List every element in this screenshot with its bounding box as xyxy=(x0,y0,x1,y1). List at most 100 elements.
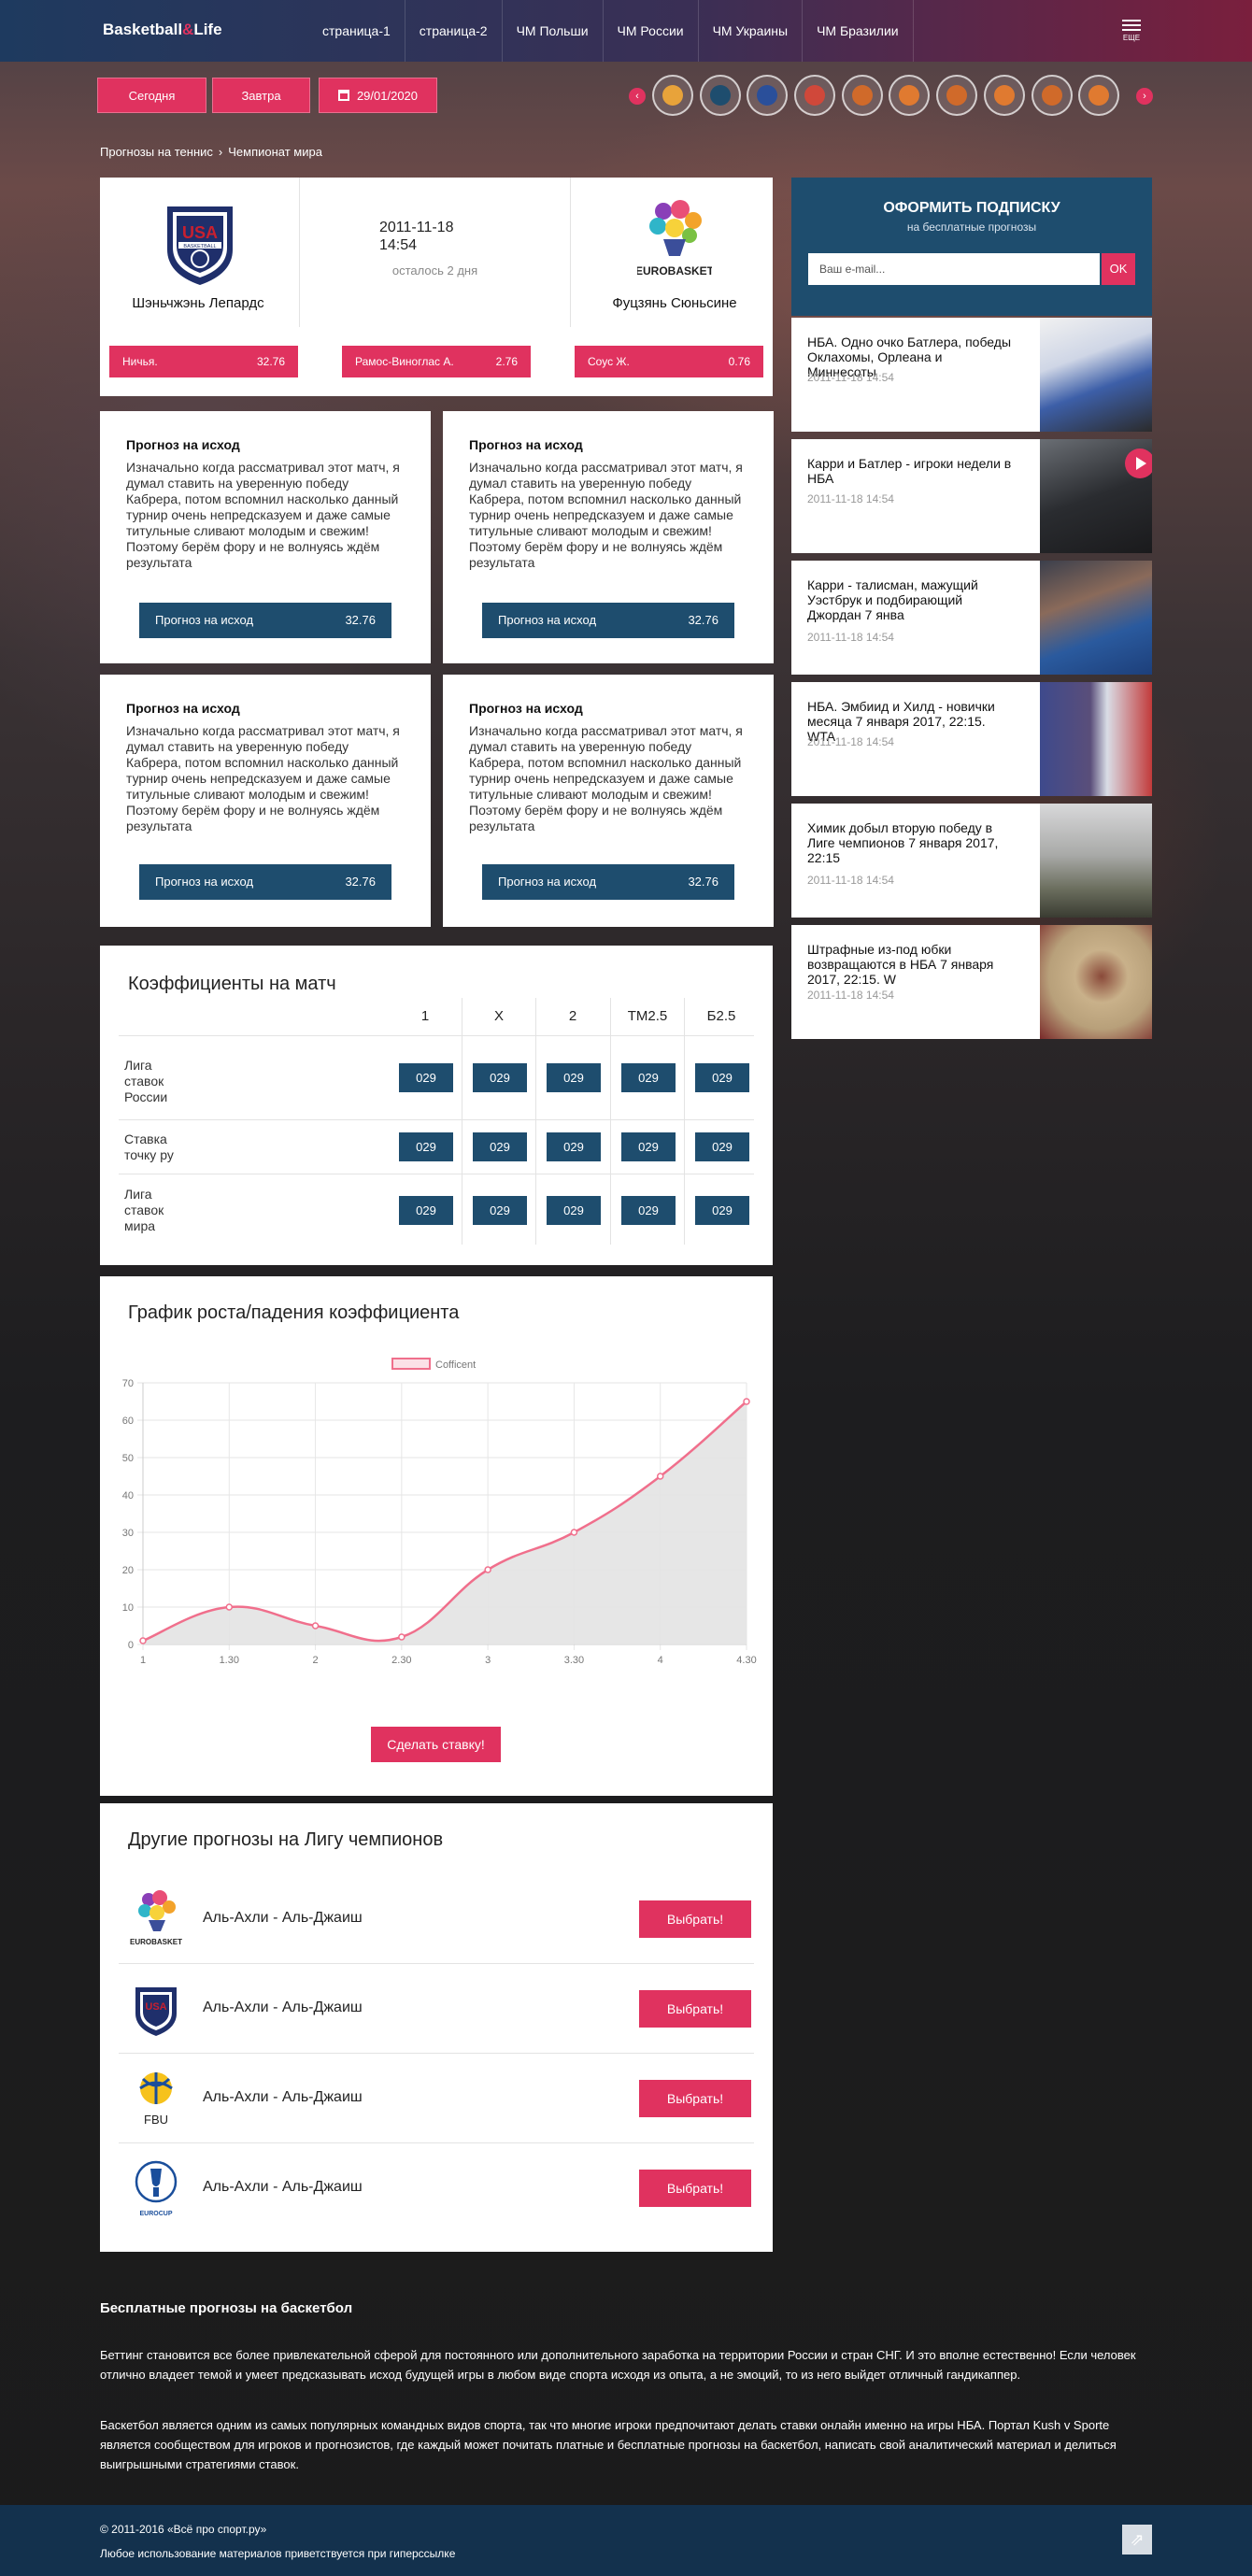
match-datetime: 2011-11-18 14:54 xyxy=(379,220,454,253)
league-logo-9[interactable] xyxy=(1031,75,1073,116)
subscribe-title: ОФОРМИТЬ ПОДПИСКУ xyxy=(883,200,1060,216)
choose-button[interactable]: Выбрать! xyxy=(639,2170,751,2207)
y-tick-label: 10 xyxy=(122,1602,134,1614)
news-thumbnail[interactable] xyxy=(1040,561,1152,675)
odds-cell-button[interactable]: 029 xyxy=(621,1063,676,1092)
prediction-button[interactable]: Прогноз на исход 32.76 xyxy=(139,864,391,900)
choose-button[interactable]: Выбрать! xyxy=(639,2080,751,2117)
odds-cell-button[interactable]: 029 xyxy=(695,1132,749,1161)
subscribe-ok-button[interactable]: OK xyxy=(1102,253,1135,285)
data-point xyxy=(225,1603,234,1611)
play-icon[interactable] xyxy=(1125,448,1152,478)
news-date: 2011-11-18 14:54 xyxy=(807,492,894,505)
prediction-button[interactable]: Прогноз на исход 32.76 xyxy=(139,603,391,638)
prediction-text: Изначально когда рассматривал этот матч,… xyxy=(126,723,400,833)
league-logo-1[interactable] xyxy=(652,75,693,116)
choose-button[interactable]: Выбрать! xyxy=(639,1900,751,1938)
odds-cell-button[interactable]: 029 xyxy=(621,1132,676,1161)
site-logo[interactable]: Basketball&Life xyxy=(103,21,222,39)
news-title[interactable]: Карри и Батлер - игроки недели в НБА xyxy=(807,456,1013,486)
league-logo-2[interactable] xyxy=(700,75,741,116)
news-item[interactable]: НБА. Эмбиид и Хилд - новички месяца 7 ян… xyxy=(791,682,1152,796)
odds-table-card: Коэффициенты на матч 1 X 2 ТМ2.5 Б2.5 Ли… xyxy=(100,946,773,1265)
league-logo-5[interactable] xyxy=(842,75,883,116)
news-item[interactable]: Химик добыл вторую победу в Лиге чемпион… xyxy=(791,804,1152,918)
seo-title: Бесплатные прогнозы на баскетбол xyxy=(100,2300,353,2316)
news-item[interactable]: Карри и Батлер - игроки недели в НБА 201… xyxy=(791,439,1152,553)
other-predictions-card: Другие прогнозы на Лигу чемпионов EUROBA… xyxy=(100,1803,773,2252)
league-logo-7[interactable] xyxy=(936,75,977,116)
footer: © 2011-2016 «Всё про спорт.ру» Любое исп… xyxy=(0,2505,1252,2576)
odds-cell-button[interactable]: 029 xyxy=(621,1196,676,1225)
match-label[interactable]: Аль-Ахли - Аль-Джаиш xyxy=(203,2089,363,2106)
carousel-prev-icon[interactable]: ‹ xyxy=(629,88,646,105)
odds-cell-button[interactable]: 029 xyxy=(547,1132,601,1161)
svg-text:EUROBASKET: EUROBASKET xyxy=(637,264,712,278)
prediction-button[interactable]: Прогноз на исход 32.76 xyxy=(482,864,734,900)
news-thumbnail[interactable] xyxy=(1040,925,1152,1039)
nav-link-ukraine[interactable]: ЧМ Украины xyxy=(699,0,804,62)
news-title[interactable]: Штрафные из-под юбки возвращаются в НБА … xyxy=(807,942,1013,987)
choose-button[interactable]: Выбрать! xyxy=(639,1990,751,2028)
news-date: 2011-11-18 14:54 xyxy=(807,735,894,748)
news-thumbnail[interactable] xyxy=(1040,318,1152,432)
news-thumbnail[interactable] xyxy=(1040,682,1152,796)
scroll-up-icon[interactable]: ⇗ xyxy=(1122,2525,1152,2555)
league-logo-3[interactable] xyxy=(747,75,788,116)
nav-link-brazil[interactable]: ЧМ Бразилии xyxy=(803,0,914,62)
odds-cell-button[interactable]: 029 xyxy=(399,1063,453,1092)
data-point xyxy=(139,1637,147,1644)
odds-cell-button[interactable]: 029 xyxy=(473,1132,527,1161)
prediction-button[interactable]: Прогноз на исход 32.76 xyxy=(482,603,734,638)
match-label[interactable]: Аль-Ахли - Аль-Джаиш xyxy=(203,1910,363,1927)
odds-button-away[interactable]: Соус Ж. 0.76 xyxy=(575,346,763,377)
prediction-title: Прогноз на исход xyxy=(469,437,583,452)
league-logo-4[interactable] xyxy=(794,75,835,116)
nav-link-page2[interactable]: страница-2 xyxy=(405,0,503,62)
news-item[interactable]: Штрафные из-под юбки возвращаются в НБА … xyxy=(791,925,1152,1039)
today-button[interactable]: Сегодня xyxy=(97,78,206,113)
x-tick-label: 1 xyxy=(140,1655,146,1666)
odds-cell-button[interactable]: 029 xyxy=(473,1063,527,1092)
news-title[interactable]: Химик добыл вторую победу в Лиге чемпион… xyxy=(807,820,1013,865)
match-label[interactable]: Аль-Ахли - Аль-Джаиш xyxy=(203,2179,363,2196)
email-field[interactable]: Ваш e-mail... xyxy=(808,253,1100,285)
odds-cell-button[interactable]: 029 xyxy=(399,1196,453,1225)
odds-cell-button[interactable]: 029 xyxy=(473,1196,527,1225)
league-logo-8[interactable] xyxy=(984,75,1025,116)
news-item[interactable]: НБА. Одно очко Батлера, победы Оклахомы,… xyxy=(791,318,1152,432)
odds-cell-button[interactable]: 029 xyxy=(695,1196,749,1225)
y-tick-label: 60 xyxy=(122,1416,134,1427)
nav-link-page1[interactable]: страница-1 xyxy=(308,0,405,62)
calendar-icon xyxy=(337,90,349,101)
svg-text:BASKETBALL: BASKETBALL xyxy=(183,244,216,249)
odds-button-home[interactable]: Рамос-Виноглас А. 2.76 xyxy=(342,346,531,377)
x-tick-label: 2 xyxy=(313,1655,319,1666)
league-logo-10[interactable] xyxy=(1078,75,1119,116)
odds-button-draw[interactable]: Ничья. 32.76 xyxy=(109,346,298,377)
odds-cell-button[interactable]: 029 xyxy=(547,1196,601,1225)
other-predictions-title: Другие прогнозы на Лигу чемпионов xyxy=(128,1829,444,1850)
odds-cell-button[interactable]: 029 xyxy=(695,1063,749,1092)
y-tick-label: 50 xyxy=(122,1453,134,1464)
tomorrow-button[interactable]: Завтра xyxy=(212,78,310,113)
breadcrumb-link[interactable]: Прогнозы на теннис xyxy=(100,145,213,159)
carousel-next-icon[interactable]: › xyxy=(1136,88,1153,105)
nav-link-russia[interactable]: ЧМ России xyxy=(604,0,699,62)
more-menu-button[interactable]: ЕЩЕ xyxy=(1112,17,1151,47)
news-title[interactable]: Карри - талисман, мажущий Уэстбрук и под… xyxy=(807,577,1013,622)
league-logo-6[interactable] xyxy=(889,75,930,116)
prediction-card: Прогноз на исход Изначально когда рассма… xyxy=(100,675,431,927)
data-point xyxy=(656,1473,664,1480)
news-thumbnail[interactable] xyxy=(1040,804,1152,918)
list-item: USA Аль-Ахли - Аль-Джаиш Выбрать! xyxy=(119,1964,754,2054)
team-away-name: Фуцзянь Сюньсине xyxy=(612,295,737,311)
news-item[interactable]: Карри - талисман, мажущий Уэстбрук и под… xyxy=(791,561,1152,675)
nav-link-poland[interactable]: ЧМ Польши xyxy=(503,0,604,62)
news-date: 2011-11-18 14:54 xyxy=(807,631,894,644)
odds-cell-button[interactable]: 029 xyxy=(399,1132,453,1161)
date-picker-button[interactable]: 29/01/2020 xyxy=(319,78,437,113)
odds-cell-button[interactable]: 029 xyxy=(547,1063,601,1092)
place-bet-button[interactable]: Сделать ставку! xyxy=(371,1727,501,1762)
match-label[interactable]: Аль-Ахли - Аль-Джаиш xyxy=(203,2000,363,2016)
